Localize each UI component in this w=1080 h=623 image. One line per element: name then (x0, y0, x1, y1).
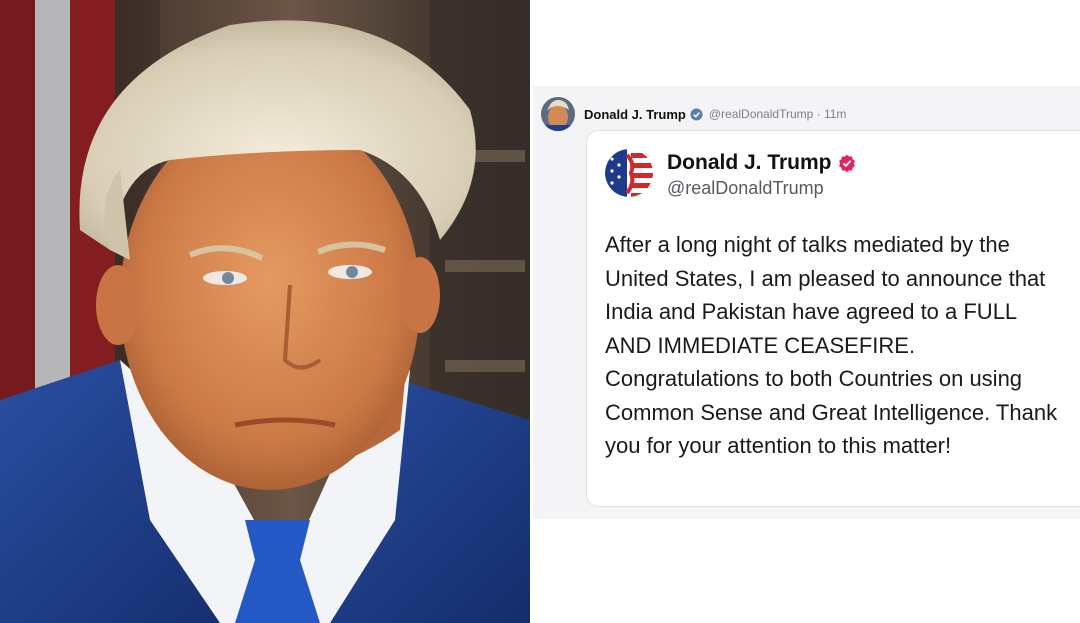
feed-top-area (533, 0, 1080, 86)
verified-badge-icon (690, 107, 703, 121)
card-author-handle[interactable]: @realDonaldTrump (667, 178, 856, 199)
feed-bottom-area (533, 519, 1080, 623)
avatar-image (541, 97, 575, 131)
author-name[interactable]: Donald J. Trump (584, 107, 686, 122)
card-author-info: Donald J. Trump @realDonaldTrump (667, 149, 856, 199)
portrait-illustration (0, 0, 530, 623)
portrait-photo (0, 0, 530, 623)
card-name-row: Donald J. Trump (667, 151, 856, 175)
post-card[interactable]: Donald J. Trump @realDonaldTrump After a… (586, 130, 1080, 507)
flag-face-avatar-icon (605, 149, 653, 197)
face (120, 110, 420, 490)
post-header: Donald J. Trump @realDonaldTrump · 11m (541, 96, 846, 132)
handle-and-time: @realDonaldTrump · 11m (708, 107, 847, 121)
card-header: Donald J. Trump @realDonaldTrump (605, 149, 856, 199)
post-container[interactable]: Donald J. Trump @realDonaldTrump · 11m D… (533, 86, 1080, 519)
card-author-name[interactable]: Donald J. Trump (667, 151, 832, 175)
post-body-text: After a long night of talks mediated by … (605, 232, 1058, 458)
author-avatar[interactable] (541, 97, 575, 131)
social-feed-panel: Donald J. Trump @realDonaldTrump · 11m D… (533, 0, 1080, 623)
verified-badge-icon (838, 154, 855, 172)
card-author-avatar[interactable] (605, 149, 653, 197)
